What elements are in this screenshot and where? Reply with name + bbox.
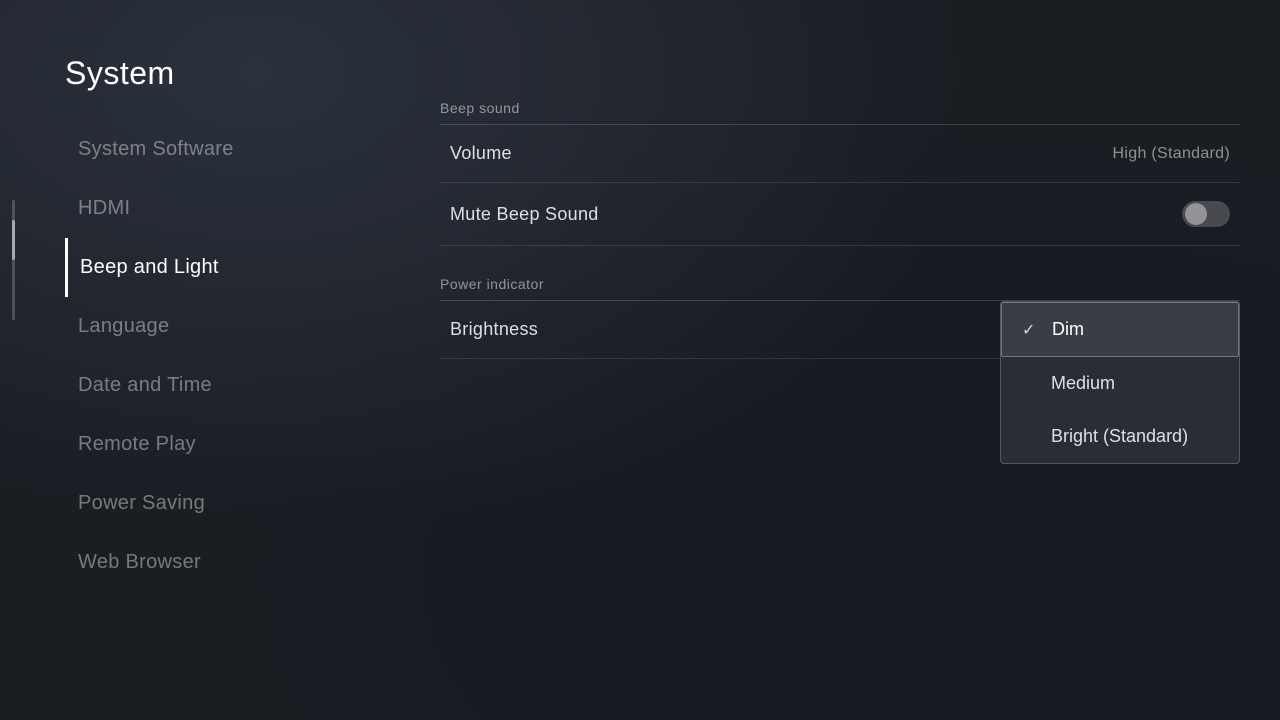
brightness-label: Brightness <box>450 319 538 340</box>
dropdown-option-bright-label: Bright (Standard) <box>1051 426 1188 447</box>
scroll-indicator <box>12 200 15 320</box>
toggle-knob <box>1185 203 1207 225</box>
main-content: Beep sound Volume High (Standard) Mute B… <box>440 100 1240 359</box>
power-indicator-section: Power indicator Brightness ✓ Dim ✓ Mediu… <box>440 276 1240 359</box>
sidebar-item-remote-play[interactable]: Remote Play <box>65 415 415 474</box>
power-indicator-section-label: Power indicator <box>440 276 1240 292</box>
sidebar-item-power-saving[interactable]: Power Saving <box>65 474 415 533</box>
beep-sound-settings-group: Volume High (Standard) Mute Beep Sound <box>440 124 1240 246</box>
dropdown-option-medium[interactable]: ✓ Medium <box>1001 357 1239 410</box>
volume-label: Volume <box>450 143 512 164</box>
dropdown-option-dim-label: Dim <box>1052 319 1084 340</box>
mute-beep-row[interactable]: Mute Beep Sound <box>440 183 1240 246</box>
page-title: System <box>65 55 175 92</box>
brightness-row[interactable]: Brightness ✓ Dim ✓ Medium ✓ <box>440 301 1240 359</box>
dropdown-option-dim[interactable]: ✓ Dim <box>1001 302 1239 357</box>
dropdown-option-bright[interactable]: ✓ Bright (Standard) <box>1001 410 1239 463</box>
volume-value: High (Standard) <box>1113 145 1230 163</box>
power-indicator-settings-group: Brightness ✓ Dim ✓ Medium ✓ <box>440 300 1240 359</box>
sidebar-item-language[interactable]: Language <box>65 297 415 356</box>
brightness-dropdown[interactable]: ✓ Dim ✓ Medium ✓ Bright (Standard) <box>1000 301 1240 464</box>
sidebar-item-hdmi[interactable]: HDMI <box>65 179 415 238</box>
mute-beep-toggle[interactable] <box>1182 201 1230 227</box>
sidebar-item-web-browser[interactable]: Web Browser <box>65 533 415 592</box>
sidebar-item-date-and-time[interactable]: Date and Time <box>65 356 415 415</box>
dropdown-option-medium-label: Medium <box>1051 373 1115 394</box>
sidebar: System Software HDMI Beep and Light Lang… <box>65 120 415 592</box>
mute-beep-label: Mute Beep Sound <box>450 204 599 225</box>
scroll-thumb <box>12 220 15 260</box>
beep-sound-section-label: Beep sound <box>440 100 1240 116</box>
sidebar-item-beep-and-light[interactable]: Beep and Light <box>65 238 415 297</box>
check-icon-dim: ✓ <box>1022 320 1040 340</box>
sidebar-item-system-software[interactable]: System Software <box>65 120 415 179</box>
volume-row[interactable]: Volume High (Standard) <box>440 125 1240 183</box>
